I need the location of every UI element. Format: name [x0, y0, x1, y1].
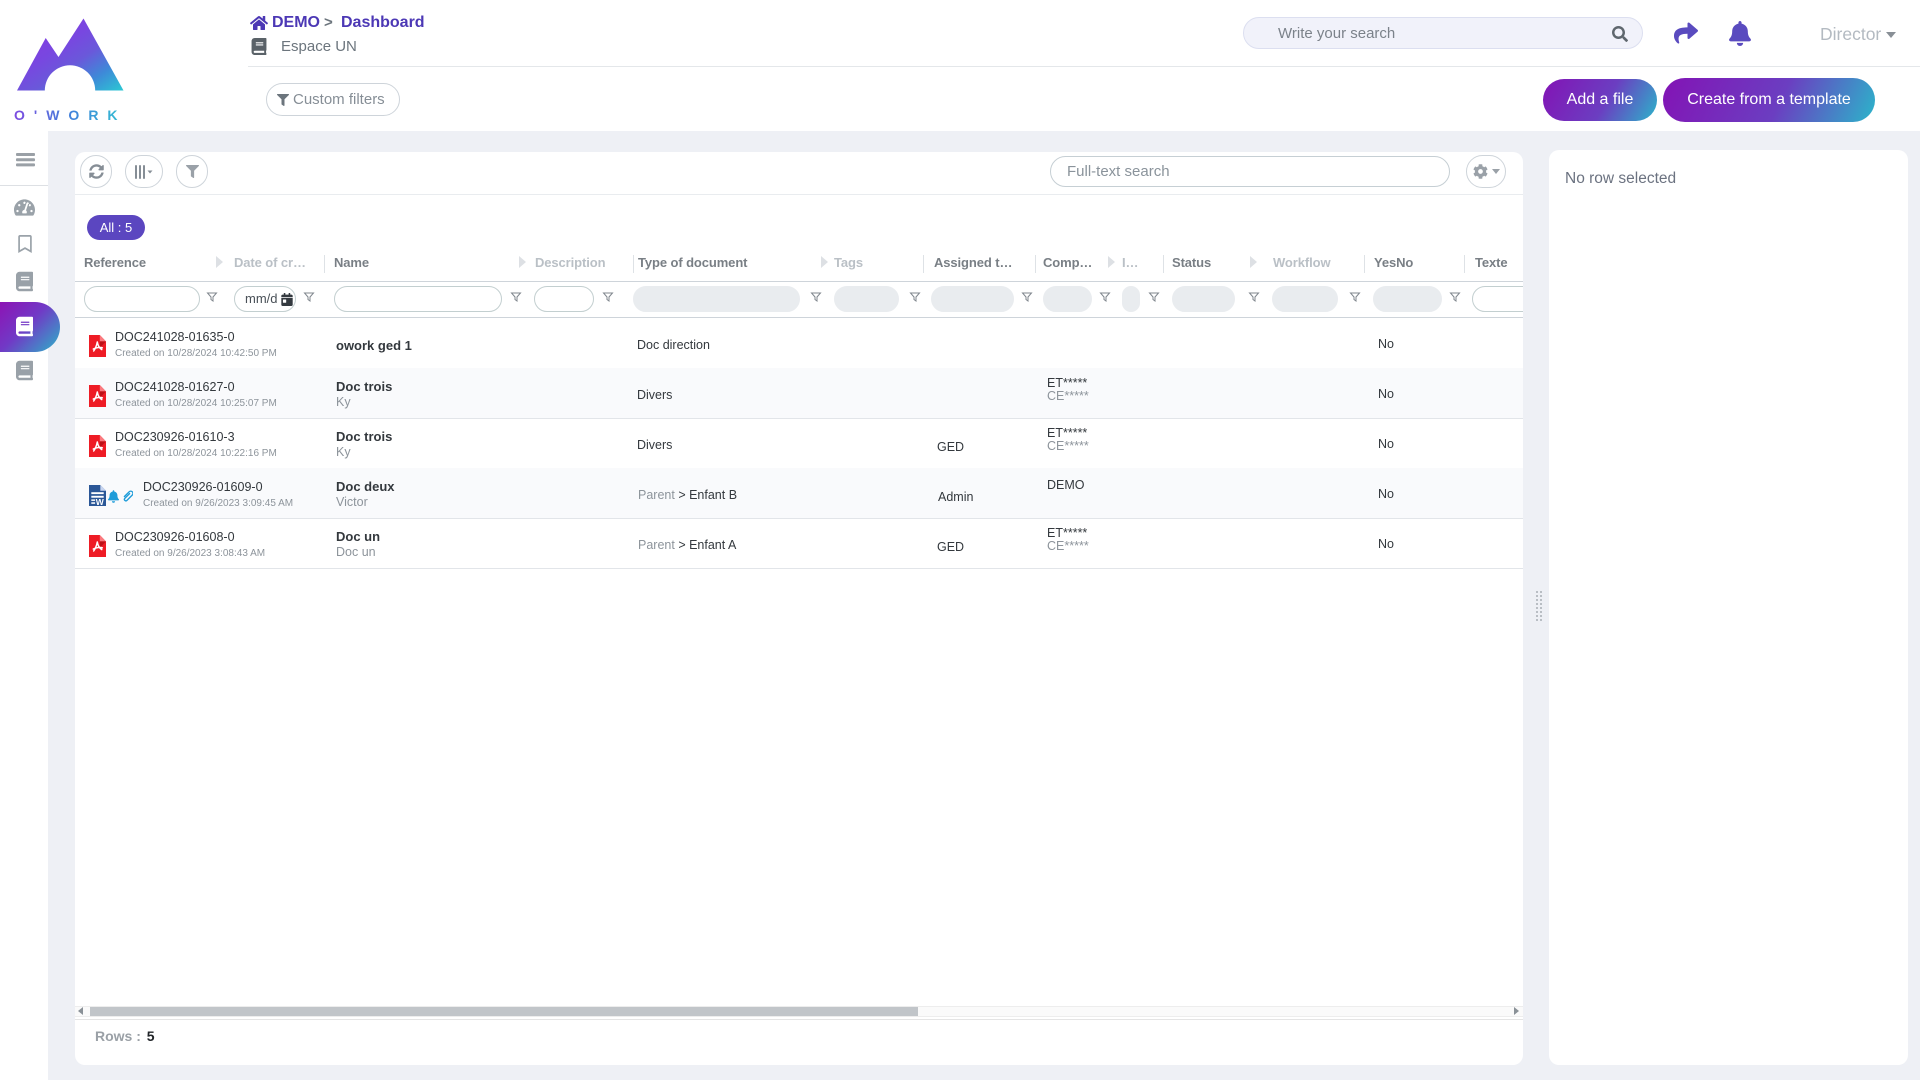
svg-text:W: W: [96, 497, 105, 506]
svg-text:O'WORK: O'WORK: [14, 107, 127, 123]
